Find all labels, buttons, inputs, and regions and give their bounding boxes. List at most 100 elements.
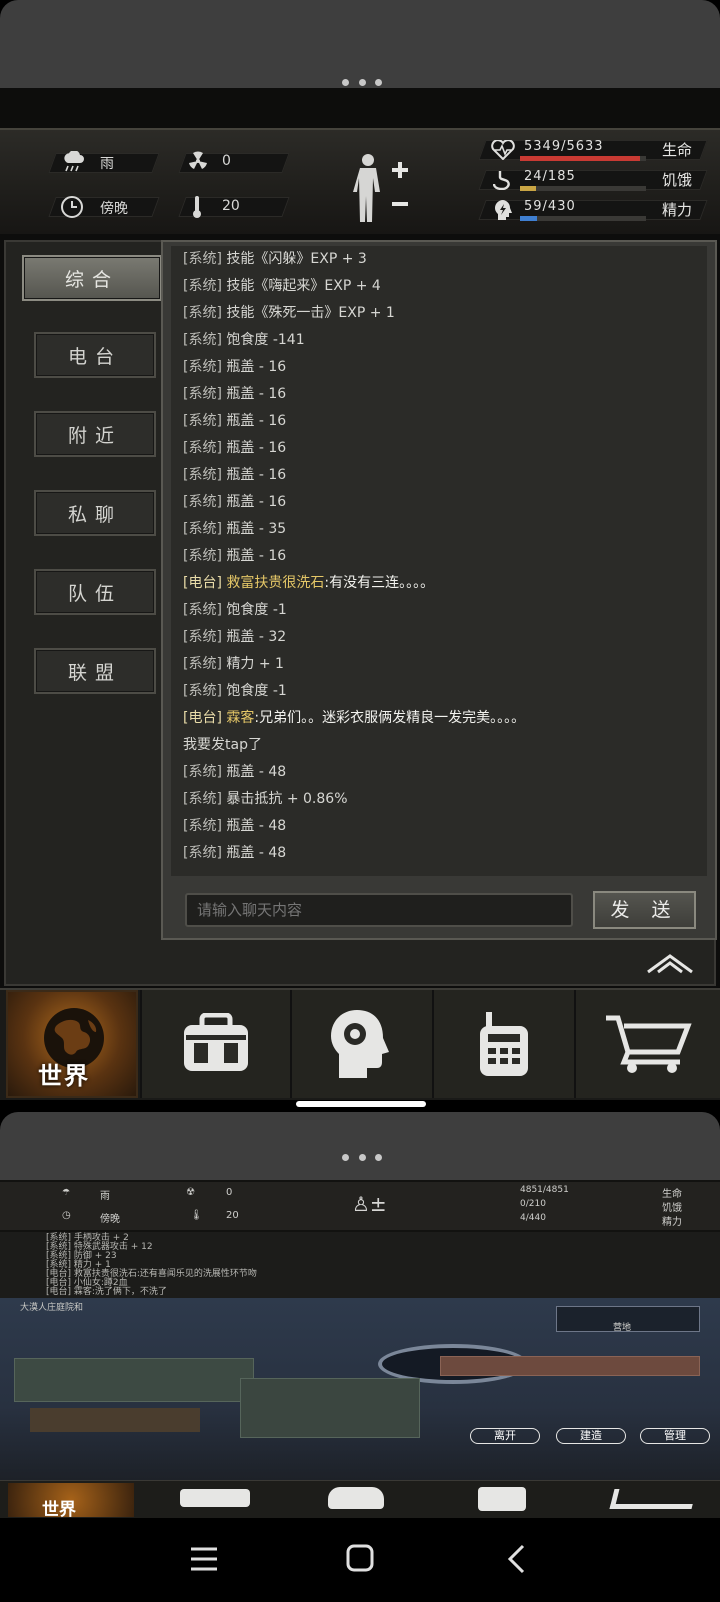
- second-window-time: 傍晚: [100, 1214, 120, 1225]
- collapse-chevron-icon[interactable]: [646, 952, 694, 978]
- second-window-head-gear-icon[interactable]: [328, 1487, 384, 1509]
- radiation-icon: [188, 151, 208, 175]
- location-label: 大漠人庄庭院和: [20, 1303, 84, 1313]
- leave-button[interactable]: 离开: [470, 1428, 540, 1444]
- second-window-thermometer-icon: 🌡: [190, 1210, 203, 1221]
- tab-nearby[interactable]: 附近: [34, 411, 156, 457]
- health-label: 生命: [662, 141, 693, 159]
- chat-input[interactable]: [185, 893, 573, 927]
- second-window-backpack-icon[interactable]: [180, 1489, 250, 1507]
- chat-message: [系统] 精力 + 1: [183, 651, 525, 678]
- message-channel-tag: [系统]: [183, 818, 222, 834]
- energy-bar: [520, 216, 646, 221]
- bed[interactable]: [440, 1356, 700, 1376]
- message-text: 饱食度 -1: [226, 683, 287, 699]
- health-bar: [520, 156, 646, 161]
- second-window-energy-value: 4/440: [520, 1213, 546, 1223]
- tab-alliance[interactable]: 联盟: [34, 648, 156, 694]
- message-text: 技能《嗨起来》EXP + 4: [226, 278, 381, 294]
- message-sender-name[interactable]: 霖客: [226, 710, 254, 726]
- thermometer-icon: [190, 195, 204, 223]
- chat-message: 我要发tap了: [183, 732, 525, 759]
- message-channel-tag: [系统]: [183, 629, 222, 645]
- second-window-temperature: 20: [226, 1210, 239, 1221]
- tab-team[interactable]: 队伍: [34, 569, 156, 615]
- tab-private[interactable]: 私聊: [34, 490, 156, 536]
- second-window-walkie-talkie-icon[interactable]: [478, 1487, 526, 1511]
- chat-message: [系统] 瓶盖 - 48: [183, 759, 525, 786]
- message-text: 精力 + 1: [226, 656, 284, 672]
- backpack-icon: [184, 1013, 248, 1071]
- message-channel-tag: [系统]: [183, 791, 222, 807]
- second-window-weather: 雨: [100, 1191, 110, 1202]
- message-text: 瓶盖 - 16: [226, 494, 287, 510]
- chat-log[interactable]: [系统] 技能《闪躲》EXP + 3 [系统] 技能《嗨起来》EXP + 4 [系统…: [171, 246, 707, 876]
- second-window-hunger-label: 饥饿: [662, 1203, 682, 1214]
- energy-label: 精力: [662, 201, 693, 219]
- second-window-chat-log: [系统] 手柄攻击 + 2 [系统] 特殊武器攻击 + 12 [系统] 防御 + 2…: [0, 1232, 720, 1298]
- character-body-icon[interactable]: [350, 152, 420, 228]
- tab-radio[interactable]: 电台: [34, 332, 156, 378]
- send-button[interactable]: 发 送: [593, 891, 696, 929]
- second-window-body-icon: ♙±: [352, 1192, 387, 1216]
- radio-nav-button[interactable]: [432, 990, 574, 1098]
- second-window-world-button[interactable]: 世界: [8, 1483, 134, 1520]
- second-window-hunger-value: 0/210: [520, 1199, 546, 1209]
- home-indicator[interactable]: [296, 1101, 426, 1107]
- time-of-day-text: 傍晚: [100, 201, 128, 217]
- weather-text: 雨: [100, 156, 114, 172]
- chat-message: [系统] 瓶盖 - 16: [183, 381, 525, 408]
- backpack-nav-button[interactable]: [140, 990, 290, 1098]
- storage-crates-center[interactable]: [240, 1378, 420, 1438]
- message-text: 瓶盖 - 16: [226, 467, 287, 483]
- skills-nav-button[interactable]: [290, 990, 432, 1098]
- chat-message: [系统] 瓶盖 - 16: [183, 408, 525, 435]
- back-icon[interactable]: [506, 1544, 526, 1578]
- shop-nav-button[interactable]: [574, 990, 720, 1098]
- rain-cloud-icon: [62, 150, 86, 177]
- chat-message: [系统] 瓶盖 - 32: [183, 624, 525, 651]
- stomach-icon: [492, 170, 513, 194]
- message-sender-name[interactable]: 救富扶贵很洗石: [226, 575, 324, 591]
- message-channel-tag: [系统]: [183, 764, 222, 780]
- second-window-options-handle[interactable]: [342, 1154, 382, 1162]
- message-text: 瓶盖 - 35: [226, 521, 287, 537]
- workbench[interactable]: [30, 1408, 200, 1432]
- message-channel-tag: [系统]: [183, 548, 222, 564]
- radiation-value: 0: [222, 153, 231, 169]
- window-top-bar: [0, 0, 720, 88]
- chat-message: [系统] 瓶盖 - 48: [183, 840, 525, 867]
- manage-button[interactable]: 管理: [640, 1428, 710, 1444]
- window-options-handle[interactable]: [342, 79, 382, 87]
- second-window-status-header: ☂ 雨 ☢ 0 ◷ 傍晚 🌡 20 ♙± 4851/4851 生命 0/210 …: [0, 1182, 720, 1230]
- chat-message: [电台] 救富扶贵很洗石:有没有三连。。。。: [183, 570, 525, 597]
- message-text: 饱食度 -1: [226, 602, 287, 618]
- message-text: 瓶盖 - 16: [226, 413, 287, 429]
- message-text: :有没有三连。。。。: [324, 575, 435, 591]
- chat-message: [系统] 瓶盖 - 16: [183, 462, 525, 489]
- message-text: 技能《闪躲》EXP + 3: [226, 251, 367, 267]
- second-window-health-label: 生命: [662, 1189, 682, 1200]
- health-bar-fill: [520, 156, 640, 161]
- chat-message: [系统] 技能《嗨起来》EXP + 4: [183, 273, 525, 300]
- head-gear-icon: [331, 1010, 389, 1078]
- base-scene[interactable]: 大漠人庄庭院和 营地 离开 建造 管理: [0, 1298, 720, 1480]
- message-channel-tag: [系统]: [183, 656, 222, 672]
- second-window-cart-icon[interactable]: [609, 1489, 697, 1509]
- message-channel-tag: [系统]: [183, 278, 222, 294]
- build-button[interactable]: 建造: [556, 1428, 626, 1444]
- second-window-health-value: 4851/4851: [520, 1185, 569, 1195]
- recent-apps-icon[interactable]: [190, 1546, 218, 1576]
- tab-general[interactable]: 综合: [22, 255, 162, 301]
- clock-icon: [60, 195, 84, 223]
- second-window-log-list: [系统] 手柄攻击 + 2 [系统] 特殊武器攻击 + 12 [系统] 防御 + 2…: [46, 1234, 257, 1297]
- message-channel-tag: [系统]: [183, 494, 222, 510]
- home-icon[interactable]: [346, 1544, 374, 1576]
- message-text: 瓶盖 - 48: [226, 845, 287, 861]
- second-window-radiation-icon: ☢: [186, 1187, 195, 1198]
- world-nav-label: 世界: [38, 1062, 90, 1090]
- brain-bolt-icon: [493, 199, 513, 225]
- storage-crates-left[interactable]: [14, 1358, 254, 1402]
- minimap[interactable]: 营地: [556, 1306, 700, 1333]
- message-channel-tag: [系统]: [183, 845, 222, 861]
